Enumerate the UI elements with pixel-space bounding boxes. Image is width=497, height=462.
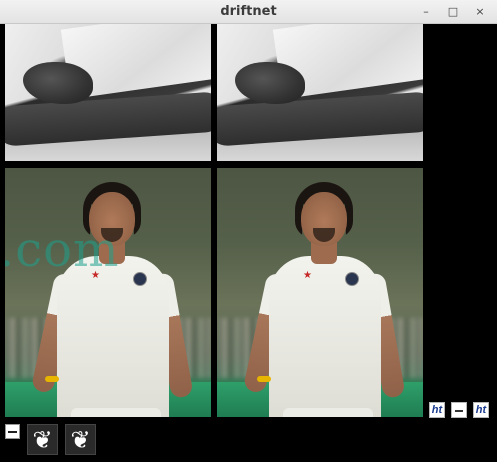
bird-icon[interactable]: ❦ (27, 424, 58, 455)
photo-hand (235, 62, 305, 104)
photo-shorts (71, 408, 161, 417)
star-icon: ★ (303, 270, 312, 281)
maximize-button[interactable]: □ (445, 4, 461, 20)
ht-logo-thumbnail[interactable]: ht (473, 402, 489, 418)
photo-shorts (283, 408, 373, 417)
minimize-button[interactable]: – (418, 4, 434, 20)
captured-image[interactable]: ★ (217, 168, 423, 417)
close-button[interactable]: × (472, 4, 488, 20)
bcci-badge-icon (133, 272, 147, 286)
bird-icon[interactable]: ❦ (65, 424, 96, 455)
photo-wristband (257, 376, 271, 382)
captured-image[interactable]: ★ .com (5, 168, 211, 417)
photo-shirt (57, 256, 169, 417)
strip-logo-thumbnail[interactable] (451, 402, 467, 418)
captured-image[interactable] (217, 24, 423, 161)
bcci-badge-icon (345, 272, 359, 286)
captured-image[interactable] (5, 24, 211, 161)
photo-shirt (269, 256, 381, 417)
white-square-thumbnail[interactable] (5, 424, 20, 439)
title-bar[interactable]: driftnet – □ × (0, 0, 497, 24)
ht-logo-thumbnail[interactable]: ht (429, 402, 445, 418)
image-canvas[interactable]: ★ .com ★ ht ht ❦ ❦ (0, 24, 497, 462)
watermark-text: .com (5, 222, 120, 278)
photo-wristband (45, 376, 59, 382)
photo-hand (23, 62, 93, 104)
